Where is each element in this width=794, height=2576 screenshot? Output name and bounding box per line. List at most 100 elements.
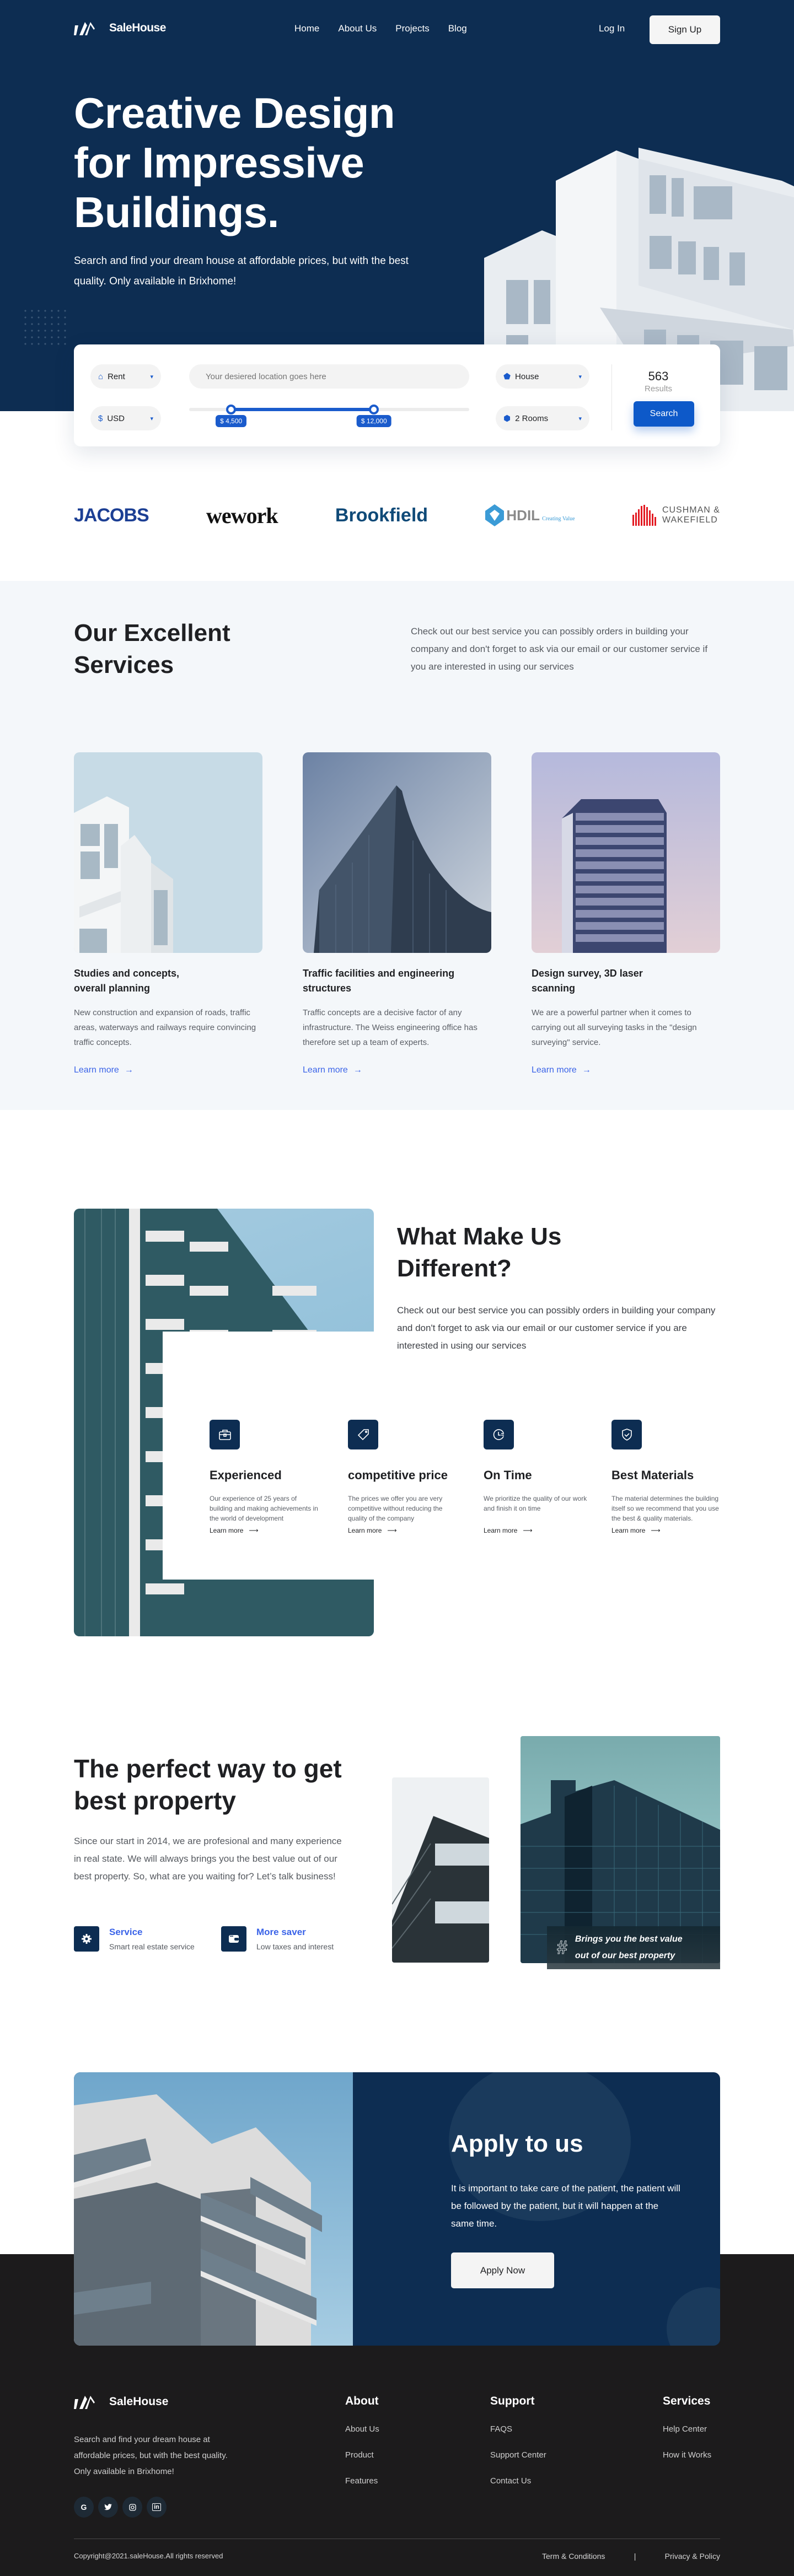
service-desc: We are a powerful partner when it comes …: [532, 1008, 697, 1047]
footer-col-title: Services: [663, 2395, 711, 2407]
apply-desc: It is important to take care of the pati…: [451, 2183, 680, 2229]
service-title-line: Design survey, 3D laser: [532, 968, 643, 979]
home-key-icon: ⌂: [98, 371, 104, 381]
logo-brookfield: Brookfield: [335, 504, 428, 526]
perfect-item-title: More saver: [256, 1927, 306, 1937]
tag-icon: [348, 1420, 378, 1449]
rooms-select[interactable]: ⬢ 2 Rooms ▾: [496, 406, 589, 430]
services-title: Our Excellent Services: [74, 617, 305, 681]
service-title-line: scanning: [532, 983, 576, 994]
footer-col-about: About About Us Product Features: [345, 2395, 455, 2486]
footer-logo[interactable]: SaleHouse: [74, 2394, 168, 2410]
learn-more-link[interactable]: Learn more →: [532, 1065, 591, 1075]
feature-learn-more[interactable]: Learn more ⟶: [348, 1527, 397, 1534]
brand-logo[interactable]: SaleHouse: [74, 20, 166, 36]
feature-learn-more[interactable]: Learn more ⟶: [611, 1527, 661, 1534]
badge-line: Brings you the best value: [575, 1934, 683, 1944]
search-panel: ⌂ Rent ▾ ⬟ House ▾ $ USD ▾ $ 4,500 $ 12,…: [74, 344, 720, 446]
property-type-select[interactable]: ⬟ House ▾: [496, 364, 589, 389]
logo-jacobs: JACOBS: [74, 504, 149, 526]
learn-more-link[interactable]: Learn more →: [303, 1065, 362, 1075]
feature-item: On Time We prioritize the quality of our…: [484, 1420, 594, 1535]
currency-value: USD: [107, 413, 125, 423]
wallet-icon: [221, 1926, 246, 1952]
currency-select[interactable]: $ USD ▾: [90, 406, 161, 430]
legal-links: Term & Conditions | Privacy & Policy: [542, 2552, 720, 2561]
feature-learn-more[interactable]: Learn more ⟶: [484, 1527, 533, 1534]
service-title-line: Traffic facilities and engineering: [303, 968, 455, 979]
hero-title-line: Buildings.: [74, 188, 279, 236]
cushman-line-1: CUSHMAN &: [662, 505, 720, 515]
logo-wework: wework: [206, 503, 278, 528]
results-count: 563: [648, 369, 669, 383]
learn-more-label: Learn more: [611, 1527, 646, 1534]
partner-logos: JACOBS wework Brookfield HDIL Creating V…: [74, 499, 720, 532]
value-badge: # Brings you the best value out of our b…: [547, 1926, 720, 1969]
footer-link[interactable]: FAQS: [490, 2424, 600, 2434]
learn-more-label: Learn more: [348, 1527, 382, 1534]
decorative-circle: [667, 2287, 720, 2346]
hdil-tagline: Creating Value: [542, 515, 575, 522]
house-icon: ⬟: [503, 372, 511, 381]
social-links: G in: [74, 2497, 167, 2518]
arrow-right-icon: ⟶: [387, 1527, 397, 1534]
nav-home[interactable]: Home: [294, 23, 319, 34]
instagram-icon[interactable]: [122, 2497, 142, 2518]
price-range-slider[interactable]: [189, 405, 469, 414]
feature-title: On Time: [484, 1468, 532, 1482]
arrow-right-icon: ⟶: [249, 1527, 259, 1534]
feature-learn-more[interactable]: Learn more ⟶: [210, 1527, 259, 1534]
feature-item: Best Materials The material determines t…: [611, 1420, 722, 1535]
services-title-line: Our Excellent: [74, 619, 230, 646]
footer-link[interactable]: Support Center: [490, 2450, 600, 2460]
feature-title: Experienced: [210, 1468, 282, 1482]
footer-link[interactable]: Features: [345, 2476, 455, 2486]
learn-more-link[interactable]: Learn more →: [74, 1065, 133, 1075]
hashtag-icon: #: [557, 1937, 568, 1958]
brand-name: SaleHouse: [109, 21, 166, 34]
perfect-item-sub: Low taxes and interest: [256, 1942, 334, 1951]
footer-link[interactable]: Contact Us: [490, 2476, 600, 2486]
arrow-right-icon: →: [353, 1065, 362, 1075]
perfect-title-line: The perfect way to get: [74, 1754, 342, 1783]
different-title: What Make Us Different?: [397, 1221, 706, 1285]
privacy-link[interactable]: Privacy & Policy: [665, 2552, 720, 2561]
linkedin-icon[interactable]: in: [147, 2497, 167, 2518]
arrow-right-icon: ⟶: [651, 1527, 661, 1534]
logo-cushman-wakefield: CUSHMAN & WAKEFIELD: [632, 505, 720, 526]
hero-title-line: for Impressive: [74, 138, 364, 187]
service-card: Design survey, 3D laser scanning We are a…: [532, 752, 720, 1075]
location-input[interactable]: [189, 364, 469, 389]
feature-desc: The material determines the building its…: [611, 1495, 719, 1522]
learn-more-label: Learn more: [484, 1527, 518, 1534]
nav-about-us[interactable]: About Us: [338, 23, 377, 34]
footer-link[interactable]: How it Works: [663, 2450, 729, 2460]
signup-button[interactable]: Sign Up: [650, 15, 720, 44]
nav-projects[interactable]: Projects: [395, 23, 429, 34]
feature-item: competitive price The prices we offer yo…: [348, 1420, 458, 1535]
price-min-handle[interactable]: [226, 405, 237, 414]
nav-blog[interactable]: Blog: [448, 23, 467, 34]
learn-more-label: Learn more: [303, 1065, 348, 1075]
footer-link[interactable]: Product: [345, 2450, 455, 2460]
apply-now-button[interactable]: Apply Now: [451, 2252, 554, 2288]
google-icon[interactable]: G: [74, 2497, 94, 2518]
hero-title-line: Creative Design: [74, 89, 395, 137]
login-link[interactable]: Log In: [599, 23, 625, 34]
footer-link[interactable]: About Us: [345, 2424, 455, 2434]
search-button[interactable]: Search: [634, 401, 694, 427]
cushman-line-2: WAKEFIELD: [662, 515, 718, 525]
terms-link[interactable]: Term & Conditions: [542, 2552, 605, 2561]
service-title: Design survey, 3D laser scanning: [532, 966, 720, 996]
logo-hdil: HDIL Creating Value: [485, 504, 575, 526]
learn-more-label: Learn more: [74, 1065, 119, 1075]
price-max-handle[interactable]: [369, 405, 379, 414]
twitter-icon[interactable]: [98, 2497, 118, 2518]
apply-building-image: [74, 2072, 353, 2346]
different-title-line: What Make Us: [397, 1223, 562, 1250]
chevron-down-icon: ▾: [150, 373, 153, 380]
footer-desc: Search and find your dream house at affo…: [74, 2435, 228, 2476]
footer-link[interactable]: Help Center: [663, 2424, 729, 2434]
badge-line: out of our best property: [575, 1951, 675, 1960]
mode-select[interactable]: ⌂ Rent ▾: [90, 364, 161, 389]
